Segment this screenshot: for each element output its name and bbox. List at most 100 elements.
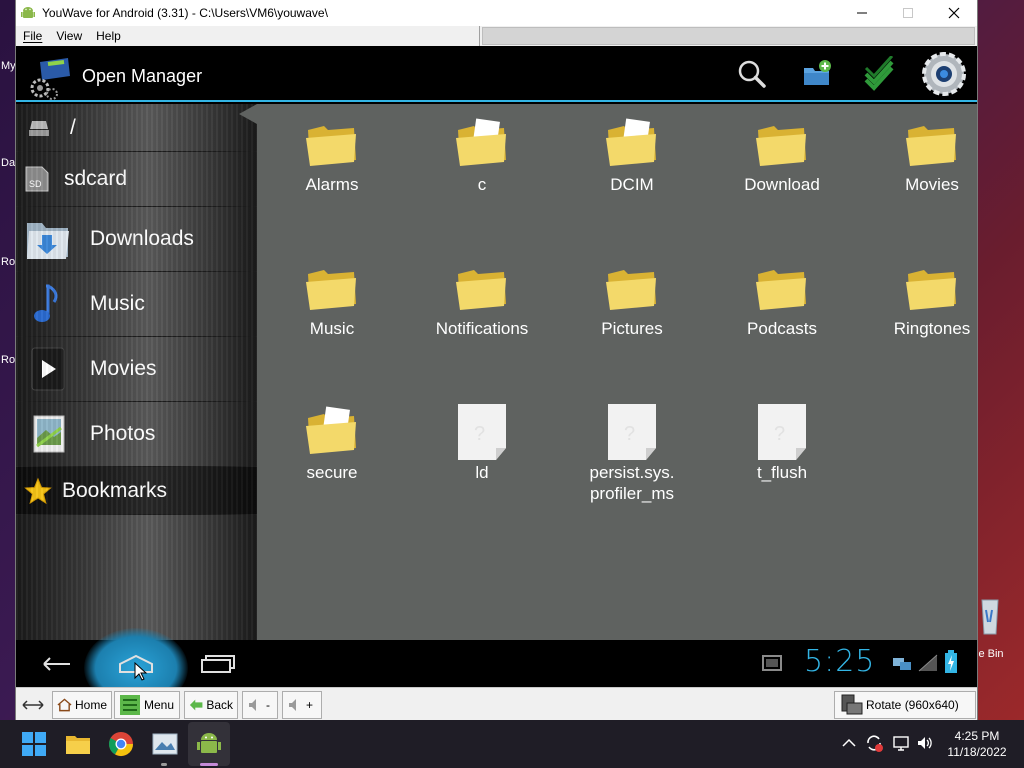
- file-name: Notifications: [435, 319, 529, 338]
- android-screen[interactable]: Open Manager / SD sdcard Downloads Music…: [16, 46, 977, 687]
- sidebar-item-label: sdcard: [64, 167, 128, 190]
- volume-up-label: +: [306, 698, 314, 712]
- folder-icon: [906, 270, 956, 310]
- file-name: Movies: [905, 175, 959, 194]
- title-bar[interactable]: YouWave for Android (3.31) - C:\Users\VM…: [16, 0, 977, 26]
- menu-view[interactable]: View: [49, 29, 89, 43]
- mouse-cursor-icon: [134, 662, 148, 681]
- folder-podcasts[interactable]: Podcasts: [707, 260, 857, 339]
- file-name: c: [477, 175, 487, 194]
- running-indicator: [161, 763, 167, 766]
- rotate-button[interactable]: Rotate (960x640): [834, 691, 976, 719]
- system-clock[interactable]: 4:25 PM 11/18/2022: [942, 728, 1012, 760]
- sidebar-item-label: /: [70, 115, 76, 139]
- home-toolbar-button[interactable]: Home: [52, 691, 112, 719]
- folder-with-document-icon: [606, 118, 656, 166]
- svg-text:?: ?: [774, 423, 785, 445]
- menu-help[interactable]: Help: [89, 29, 128, 43]
- folder-ringtones[interactable]: Ringtones: [857, 260, 977, 339]
- volume-down-button[interactable]: -: [242, 691, 278, 719]
- menu-toolbar-label: Menu: [144, 698, 175, 712]
- sidebar-item-movies[interactable]: Movies: [16, 337, 257, 402]
- chrome-icon[interactable]: [107, 730, 135, 758]
- file-name: Ringtones: [893, 319, 971, 338]
- close-button[interactable]: [931, 0, 977, 26]
- menu-bar-filler: [482, 27, 975, 45]
- sidebar-item-label: Movies: [90, 357, 157, 380]
- folder-alarms[interactable]: Alarms: [257, 116, 407, 195]
- sidebar-item-bookmarks[interactable]: Bookmarks: [16, 467, 257, 515]
- android-navigation-bar: 5:25: [16, 628, 977, 687]
- menu-file[interactable]: File: [16, 29, 49, 43]
- windows-start-icon[interactable]: [20, 730, 48, 758]
- clock: 5:25: [804, 644, 876, 679]
- desktop-icon-label[interactable]: Ro: [1, 256, 15, 268]
- file-name: DCIM: [610, 175, 654, 194]
- sidebar-item-sdcard[interactable]: SD sdcard: [16, 152, 257, 207]
- file-explorer-icon[interactable]: [64, 730, 92, 758]
- close-icon: [948, 7, 960, 19]
- multi-select-icon[interactable]: [862, 56, 898, 92]
- file-name: Alarms: [305, 175, 359, 194]
- sidebar-item-music[interactable]: Music: [16, 272, 257, 337]
- file-ld[interactable]: ? ld: [407, 404, 557, 483]
- sidebar-item-label: Bookmarks: [62, 478, 168, 502]
- folder-dcim[interactable]: DCIM: [557, 116, 707, 195]
- speaker-icon: [289, 699, 296, 711]
- folder-icon: [306, 126, 356, 166]
- folder-pictures[interactable]: Pictures: [557, 260, 707, 339]
- youwave-toolbar: Home Menu Back - + Rotate (960x640): [16, 687, 977, 720]
- volume-up-button[interactable]: +: [282, 691, 322, 719]
- unknown-file-icon: ?: [608, 404, 656, 460]
- menu-toolbar-button[interactable]: Menu: [114, 691, 180, 719]
- folder-music[interactable]: Music: [257, 260, 407, 339]
- network-icon[interactable]: [892, 734, 910, 752]
- sidebar-item-label: Photos: [90, 422, 156, 445]
- rotate-device-icon: [841, 694, 863, 715]
- chevron-up-icon[interactable]: [842, 738, 856, 748]
- maximize-button[interactable]: [885, 0, 931, 26]
- folder-download[interactable]: Download: [707, 116, 857, 195]
- windows-taskbar: 4:25 PM 11/18/2022: [0, 720, 1024, 768]
- search-icon[interactable]: [734, 56, 770, 92]
- selection-indicator: [239, 104, 257, 124]
- desktop-icon-label[interactable]: Da: [1, 157, 15, 169]
- svg-text:?: ?: [474, 423, 485, 445]
- recycle-bin-icon[interactable]: [976, 596, 1000, 636]
- new-folder-icon[interactable]: [799, 56, 835, 92]
- recycle-bin-label[interactable]: le Bin: [976, 648, 1004, 660]
- minimize-icon: [857, 12, 867, 14]
- sidebar-item-photos[interactable]: Photos: [16, 402, 257, 467]
- resize-toggle-button[interactable]: [22, 691, 44, 719]
- folder-icon: [606, 270, 656, 310]
- youwave-android-icon[interactable]: [195, 730, 223, 758]
- back-icon[interactable]: [36, 650, 76, 678]
- folder-secure[interactable]: secure: [257, 404, 407, 483]
- volume-icon[interactable]: [916, 734, 934, 752]
- sidebar-item-downloads[interactable]: Downloads: [16, 207, 257, 272]
- desktop-icon-label[interactable]: Ro: [1, 354, 15, 366]
- recent-apps-icon[interactable]: [198, 650, 238, 678]
- svg-text:?: ?: [624, 423, 635, 445]
- unknown-file-icon: ?: [458, 404, 506, 460]
- battery-charging-icon: [945, 650, 957, 673]
- sidebar-item-root[interactable]: /: [16, 104, 257, 152]
- maximize-icon: [903, 8, 913, 18]
- file-persist-sys-profiler-ms[interactable]: ? persist.sys. profiler_ms: [557, 404, 707, 504]
- folder-movies[interactable]: Movies: [857, 116, 977, 195]
- file-t-flush[interactable]: ? t_flush: [707, 404, 857, 483]
- file-grid: Alarms c DCIM Download Movies Music Noti…: [257, 104, 977, 640]
- folder-notifications[interactable]: Notifications: [407, 260, 557, 339]
- signal-icon: [918, 654, 938, 672]
- settings-icon[interactable]: [920, 50, 968, 98]
- back-toolbar-label: Back: [206, 698, 233, 712]
- photo-icon: [33, 415, 65, 453]
- sync-alert-icon[interactable]: [864, 733, 884, 753]
- minimize-button[interactable]: [839, 0, 885, 26]
- data-sync-icon: [893, 658, 911, 670]
- desktop-icon-label[interactable]: My: [1, 60, 16, 72]
- rotate-label: Rotate (960x640): [866, 698, 959, 712]
- back-toolbar-button[interactable]: Back: [184, 691, 238, 719]
- photos-app-icon[interactable]: [151, 730, 179, 758]
- folder-c[interactable]: c: [407, 116, 557, 195]
